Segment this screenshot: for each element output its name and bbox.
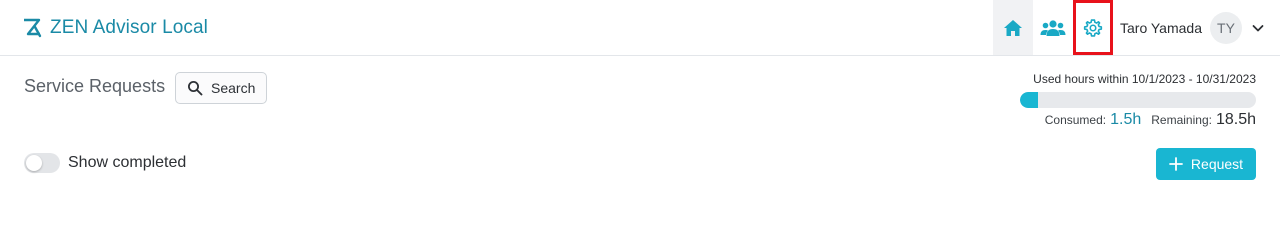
remaining-value: 18.5h (1215, 111, 1256, 128)
plus-icon (1169, 157, 1183, 171)
users-icon (1040, 19, 1066, 36)
top-navigation-bar: ZEN Advisor Local Taro Yamada TY (0, 0, 1280, 56)
search-button[interactable]: Search (175, 72, 267, 104)
usage-progress-bar (1020, 92, 1256, 108)
nav-settings-button[interactable] (1073, 0, 1113, 55)
consumed-value: 1.5h (1110, 111, 1142, 128)
toggle-switch[interactable] (24, 153, 60, 173)
show-completed-label: Show completed (68, 154, 187, 171)
chevron-down-icon (1252, 25, 1264, 32)
usage-progress-fill (1020, 92, 1038, 108)
avatar: TY (1209, 12, 1242, 44)
app-title: ZEN Advisor Local (50, 17, 208, 38)
user-name: Taro Yamada (1120, 20, 1202, 36)
toggle-knob (26, 155, 42, 171)
search-icon (188, 81, 203, 96)
page-title: Service Requests (24, 76, 166, 96)
consumed-label: Consumed: (1044, 113, 1107, 127)
add-request-button[interactable]: Request (1156, 148, 1256, 180)
usage-stats: Consumed: 1.5h Remaining: 18.5h (1045, 111, 1256, 129)
request-button-label: Request (1190, 156, 1244, 172)
home-icon (1004, 19, 1022, 36)
nav-team-button[interactable] (1033, 0, 1073, 55)
nav-home-button[interactable] (993, 0, 1033, 55)
usage-period-label: Used hours within 10/1/2023 - 10/31/2023 (1033, 72, 1256, 86)
search-button-label: Search (211, 80, 256, 96)
gear-icon (1083, 18, 1103, 37)
show-completed-toggle[interactable]: Show completed (24, 153, 186, 173)
remaining-label: Remaining: (1151, 113, 1212, 127)
logo-icon (24, 18, 42, 38)
user-menu[interactable]: Taro Yamada TY (1120, 12, 1266, 44)
brand[interactable]: ZEN Advisor Local (22, 16, 208, 40)
